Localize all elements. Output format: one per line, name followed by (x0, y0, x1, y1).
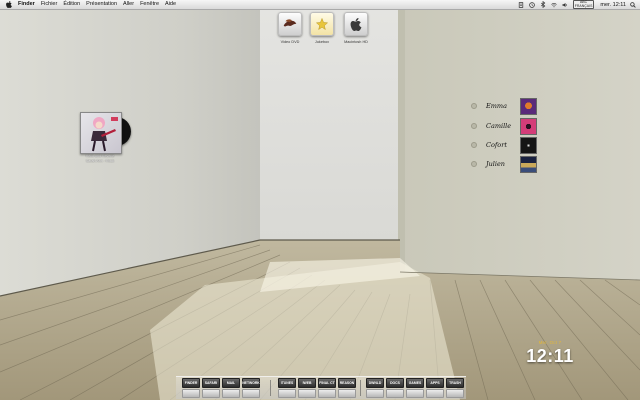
contact-status-dot (471, 161, 477, 167)
games-folder-icon: GAMES (406, 378, 424, 388)
menubar-clock[interactable]: mer. 12:11 (600, 2, 626, 8)
iweb-icon: IWEB (298, 378, 316, 388)
wifi-icon[interactable] (550, 2, 557, 8)
contact-avatar (520, 97, 537, 115)
clock-widget: Mer. Oct 7 12:11 (518, 340, 582, 367)
desktop-icon-video-dvd[interactable]: Video DVD (272, 12, 308, 44)
dock-item-trash[interactable]: TRASH (446, 378, 464, 398)
dock-item-downloads[interactable]: DWNLD (366, 378, 384, 398)
dock-separator (360, 380, 361, 396)
album-art (74, 112, 131, 154)
dock-item-apps[interactable]: APPS (426, 378, 444, 398)
clock-date: Mer. Oct 7 (538, 340, 562, 345)
contact-name: Cofort (486, 141, 507, 149)
finder-icon: FINDER (182, 378, 200, 388)
spotlight-search-icon[interactable] (629, 1, 636, 8)
dock-item-network[interactable]: NETWORK (242, 378, 260, 398)
safari-icon: SAFARI (202, 378, 220, 388)
contact-avatar (520, 136, 537, 154)
contact-status-dot (471, 142, 477, 148)
input-menu-badge[interactable]: ABC FRANÇAIS (572, 0, 595, 10)
itunes-icon: ITUNES (278, 378, 296, 388)
contact-name: Emma (486, 102, 507, 110)
dvd-drive-icon (278, 12, 302, 36)
hard-drive-icon (344, 12, 368, 36)
applications-folder-icon: APPS (426, 378, 444, 388)
contact-status-dot (471, 103, 477, 109)
dock-item-reason[interactable]: REASON (338, 378, 356, 398)
bluetooth-icon[interactable] (540, 1, 546, 8)
script-icon[interactable] (518, 1, 524, 8)
dock-item-final-cut[interactable]: FINAL CT (318, 378, 336, 398)
contact-name: Julien (486, 160, 505, 168)
time-machine-icon[interactable] (528, 1, 535, 8)
desktop-icon-macintosh-hd[interactable]: Macintosh HD (338, 12, 374, 44)
contact-avatar (520, 155, 537, 173)
downloads-folder-icon: DWNLD (366, 378, 384, 388)
trash-icon: TRASH (446, 378, 464, 388)
dock: FINDER SAFARI MAIL NETWORK ITUNES IWEB F… (176, 376, 466, 399)
menu-aide[interactable]: Aide (165, 0, 176, 9)
dock-item-mail[interactable]: MAIL (222, 378, 240, 398)
documents-folder-icon: DOCS (386, 378, 404, 388)
external-drive-icon (310, 12, 334, 36)
contact-item[interactable]: Julien (471, 155, 537, 173)
menu-presentation[interactable]: Présentation (86, 0, 117, 9)
menu-finder[interactable]: Finder (18, 0, 35, 9)
contact-item[interactable]: Emma (471, 97, 537, 115)
menu-aller[interactable]: Aller (123, 0, 134, 9)
contact-status-dot (471, 123, 477, 129)
dock-item-iweb[interactable]: IWEB (298, 378, 316, 398)
reason-icon: REASON (338, 378, 356, 388)
contact-avatar (520, 117, 537, 135)
network-icon: NETWORK (242, 378, 260, 388)
desktop-icon-jukebox[interactable]: Jukebox (304, 12, 340, 44)
dock-item-finder[interactable]: FINDER (182, 378, 200, 398)
dock-separator (270, 380, 271, 396)
final-cut-icon: FINAL CT (318, 378, 336, 388)
menu-bar: Finder Fichier Édition Présentation Alle… (0, 0, 640, 10)
album-widget[interactable]: Hello and Reverie Sarah Ann - Rock (72, 112, 131, 164)
volume-icon[interactable] (562, 2, 568, 8)
contact-name: Camille (486, 122, 512, 130)
clock-time: 12:11 (526, 346, 574, 366)
dock-item-games[interactable]: GAMES (406, 378, 424, 398)
dock-item-safari[interactable]: SAFARI (202, 378, 220, 398)
menu-edition[interactable]: Édition (63, 0, 80, 9)
dock-item-itunes[interactable]: ITUNES (278, 378, 296, 398)
menu-extras: ABC FRANÇAIS mer. 12:11 (513, 0, 640, 10)
album-cover (80, 112, 122, 154)
contact-item[interactable]: Camille (471, 117, 537, 135)
menu-fenetre[interactable]: Fenêtre (140, 0, 159, 9)
album-caption: Hello and Reverie Sarah Ann - Rock (85, 154, 115, 163)
apple-menu-icon[interactable] (5, 1, 13, 9)
menu-fichier[interactable]: Fichier (41, 0, 58, 9)
contact-item[interactable]: Cofort (471, 136, 537, 154)
dock-item-docs[interactable]: DOCS (386, 378, 404, 398)
mail-icon: MAIL (222, 378, 240, 388)
